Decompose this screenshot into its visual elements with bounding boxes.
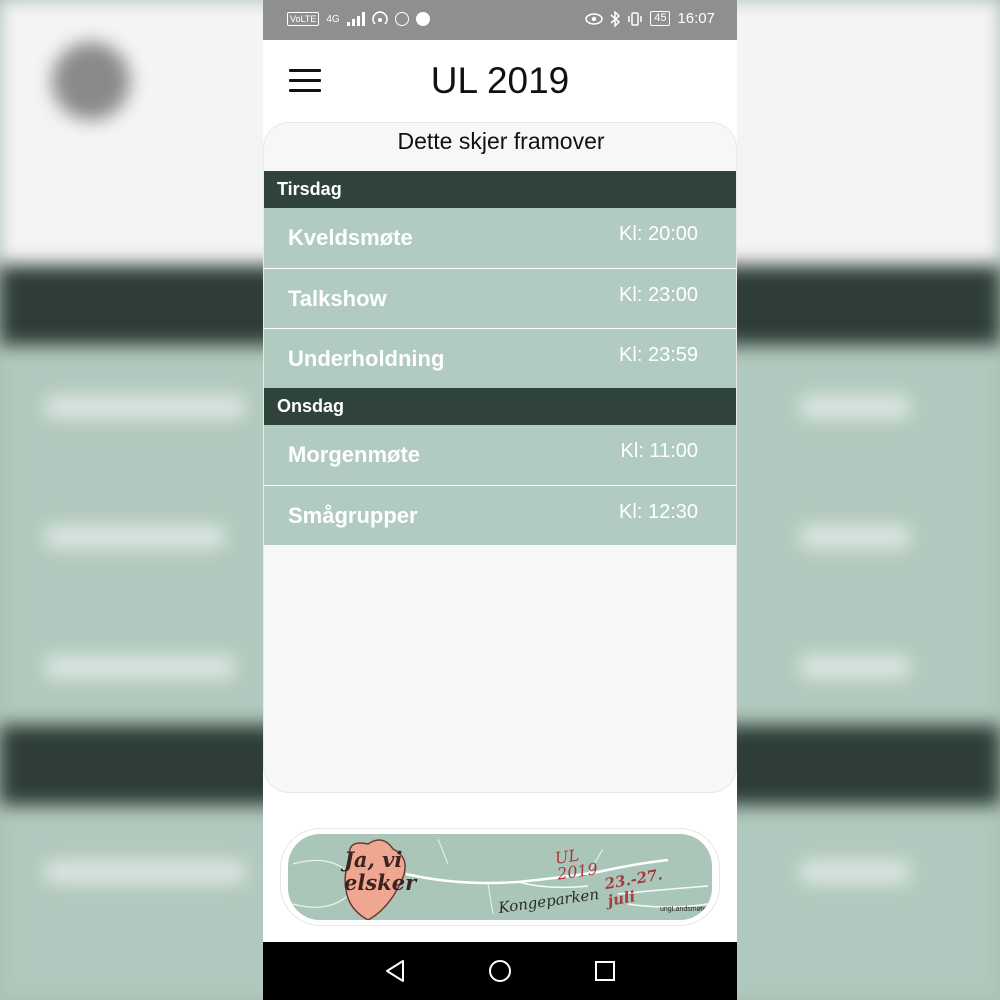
banner-event-name: UL 2019: [553, 845, 599, 884]
event-name: Kveldsmøte: [288, 225, 413, 250]
back-icon[interactable]: [383, 958, 409, 984]
event-row[interactable]: Morgenmøte Kl: 11:00: [264, 425, 736, 485]
event-banner[interactable]: Ja, vi elsker UL 2019 Kongeparken 23.-27…: [280, 828, 720, 926]
network-type-label: 4G: [326, 13, 340, 25]
day-header-onsdag: Onsdag: [264, 388, 736, 425]
event-name: Talkshow: [288, 286, 387, 311]
status-bar: VoLTE 4G 45 16:07: [263, 0, 737, 40]
volte-icon: VoLTE: [287, 12, 320, 26]
bluetooth-icon: [610, 10, 621, 27]
banner-script-text: Ja, vi elsker: [344, 847, 417, 895]
battery-icon: 45: [650, 11, 671, 26]
banner-organizer: ungLandsmøte: [660, 906, 707, 913]
eye-icon: [585, 12, 603, 25]
event-name: Morgenmøte: [288, 442, 420, 467]
day-header-tirsdag: Tirsdag: [264, 171, 736, 208]
event-time: Kl: 23:00: [619, 284, 698, 306]
event-row[interactable]: Kveldsmøte Kl: 20:00: [264, 208, 736, 268]
event-time: Kl: 12:30: [619, 501, 698, 523]
recents-icon[interactable]: [592, 958, 618, 984]
system-nav-bar: [263, 942, 737, 1000]
spotify-icon: [394, 12, 409, 26]
schedule-list: Tirsdag Kveldsmøte Kl: 20:00 Talkshow Kl…: [264, 171, 736, 545]
event-row[interactable]: Talkshow Kl: 23:00: [264, 268, 736, 328]
app-bar: UL 2019: [263, 40, 737, 122]
phone-screen: VoLTE 4G 45 16:07 UL 2019 Dette skjer fr…: [263, 0, 737, 1000]
event-time: Kl: 20:00: [619, 223, 698, 245]
event-row[interactable]: Smågrupper Kl: 12:30: [264, 485, 736, 545]
home-icon[interactable]: [487, 958, 513, 984]
vibrate-icon: [628, 11, 642, 26]
upcoming-card: Dette skjer framover Tirsdag Kveldsmøte …: [263, 122, 737, 793]
status-left: VoLTE 4G: [287, 11, 430, 27]
event-name: Smågrupper: [288, 503, 418, 528]
vpn-icon: [415, 12, 430, 26]
event-time: Kl: 23:59: [619, 344, 698, 366]
hotspot-icon: [371, 11, 388, 25]
card-title: Dette skjer framover: [397, 128, 605, 154]
banner-artwork: Ja, vi elsker UL 2019 Kongeparken 23.-27…: [288, 834, 712, 920]
event-name: Underholdning: [288, 346, 445, 371]
event-row[interactable]: Underholdning Kl: 23:59: [264, 328, 736, 388]
signal-icon: [346, 12, 365, 26]
event-time: Kl: 11:00: [620, 440, 698, 462]
status-right: 45 16:07: [585, 10, 715, 27]
clock: 16:07: [677, 10, 715, 27]
page-title: UL 2019: [430, 60, 570, 101]
